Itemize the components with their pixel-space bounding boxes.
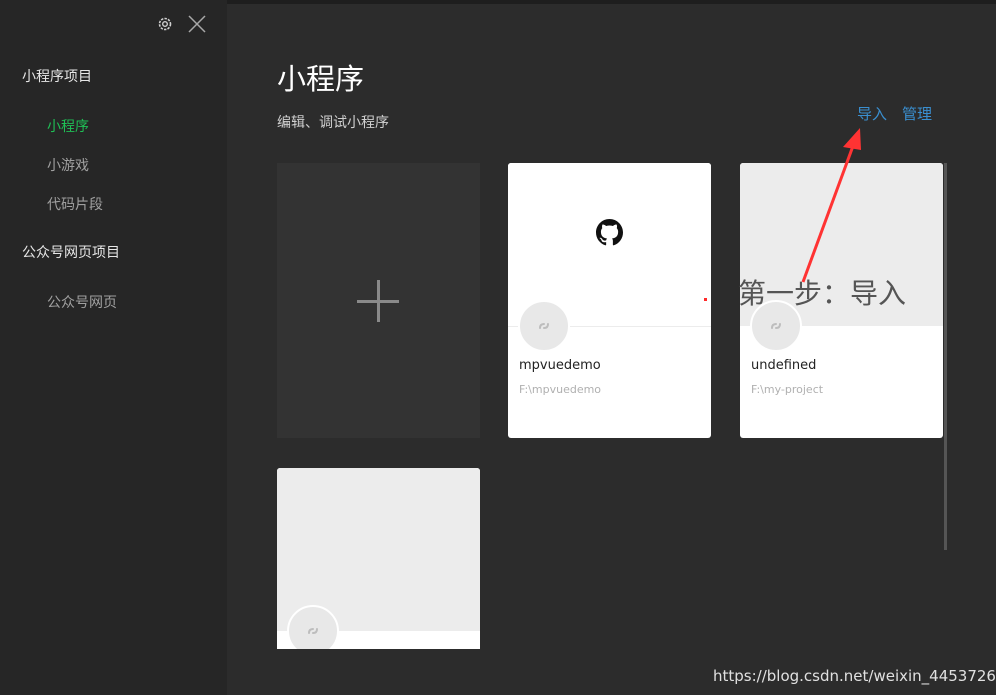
section-title-official-account: 公众号网页项目 [22,245,120,261]
project-name: undefined [751,358,817,373]
project-path: F:\my-project [751,383,824,396]
sidebar-item-official-webpage[interactable]: 公众号网页 [47,292,117,312]
page-title: 小程序 [277,62,365,96]
sidebar-item-code-snippet[interactable]: 代码片段 [47,194,103,214]
section-title-miniprogram: 小程序项目 [22,69,92,85]
import-link[interactable]: 导入 [857,103,887,124]
plus-icon [357,280,399,322]
sidebar: 小程序项目 小程序 小游戏 代码片段 公众号网页项目 公众号网页 [0,0,227,695]
project-card-mpvuedemo[interactable]: mpvuedemo F:\mpvuedemo [508,163,711,438]
miniprogram-icon [287,605,339,649]
new-project-card[interactable] [277,163,480,438]
miniprogram-icon [518,300,570,352]
manage-link[interactable]: 管理 [902,103,932,124]
project-card-third[interactable] [277,468,480,649]
sidebar-item-miniprogram[interactable]: 小程序 [47,116,89,136]
page-subtitle: 编辑、调试小程序 [277,115,389,131]
github-icon [596,219,623,246]
project-name: mpvuedemo [519,358,601,373]
annotation-dot [704,298,707,301]
sidebar-item-minigame[interactable]: 小游戏 [47,155,89,175]
project-path: F:\mpvuedemo [519,383,602,396]
gear-icon[interactable] [156,15,174,33]
annotation-text: 第一步：导入 [738,277,907,310]
close-icon[interactable] [186,13,208,35]
watermark: https://blog.csdn.net/weixin_44537264 [713,667,996,685]
scrollbar[interactable] [944,163,947,550]
